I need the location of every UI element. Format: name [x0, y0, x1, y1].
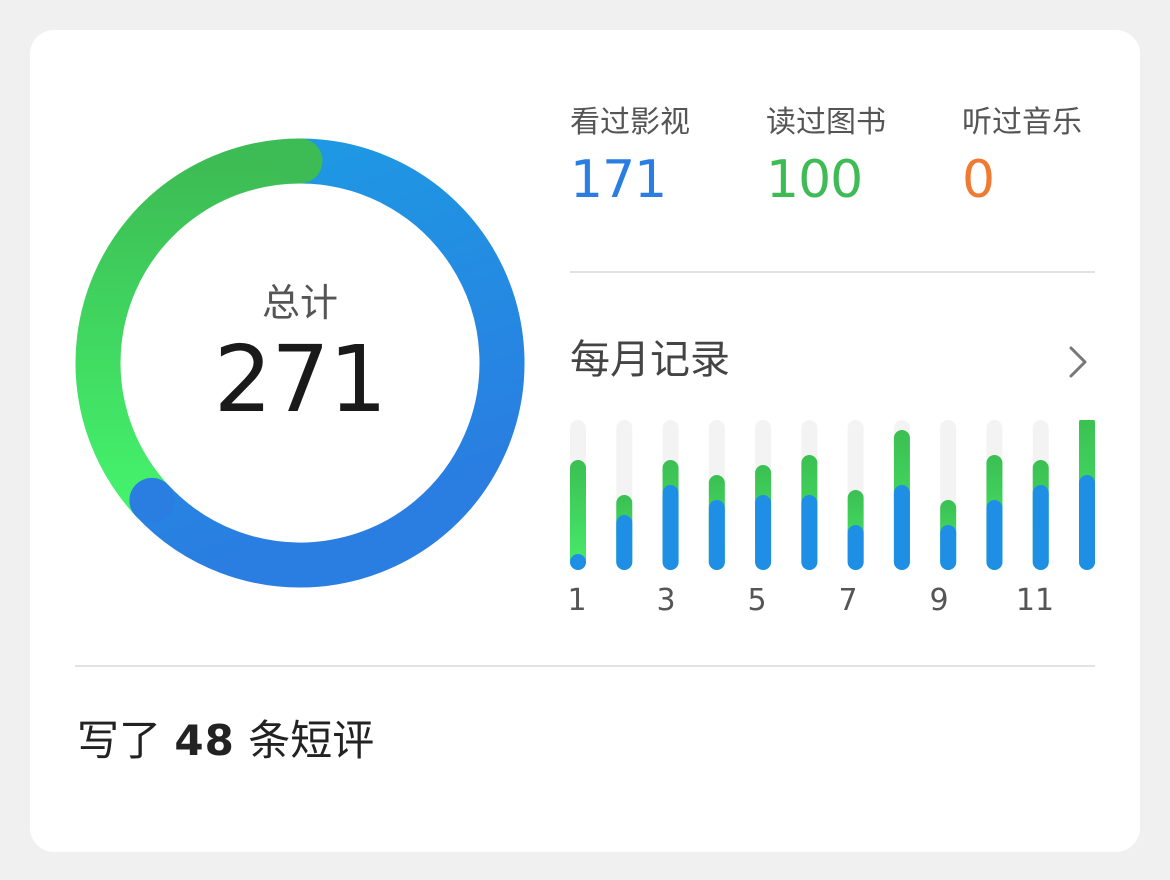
reviews-prefix: 写了 — [77, 716, 162, 765]
month-tick-label: 7 — [838, 583, 858, 618]
stat-movies[interactable]: 看过影视 171 — [570, 105, 690, 210]
stat-books-value: 100 — [766, 150, 863, 210]
reviews-count: 48 — [174, 716, 235, 765]
month-tick-label: 5 — [747, 583, 767, 618]
bar-segment-movies[interactable] — [893, 485, 910, 570]
month-tick-label: 11 — [1015, 583, 1055, 618]
bar-segment-movies[interactable] — [616, 515, 633, 570]
month-tick-label: 9 — [929, 583, 949, 618]
bar-segment-movies[interactable] — [755, 495, 772, 570]
bar-segment-movies[interactable] — [570, 554, 586, 570]
bar-segment-movies[interactable] — [1032, 485, 1049, 570]
stat-music[interactable]: 听过音乐 0 — [962, 105, 1082, 210]
total-label: 总计 — [261, 281, 338, 325]
bar-segment-movies[interactable] — [940, 525, 957, 570]
stat-books[interactable]: 读过图书 100 — [766, 105, 886, 210]
bar-segment-books[interactable] — [570, 460, 586, 570]
stat-movies-label: 看过影视 — [570, 105, 690, 140]
divider — [75, 665, 1095, 667]
donut-center: 总计 271 — [75, 138, 525, 588]
monthly-record-title[interactable]: 每月记录 — [570, 340, 730, 380]
bar-segment-movies[interactable] — [708, 500, 725, 570]
divider — [570, 271, 1095, 273]
bar-segment-movies[interactable] — [986, 500, 1003, 570]
reviews-summary[interactable]: 写了 48 条短评 — [77, 720, 374, 762]
month-tick-label: 3 — [656, 583, 676, 618]
month-axis-labels: 1 3 5 7 9 11 — [567, 583, 1095, 620]
stat-movies-value: 171 — [570, 150, 667, 210]
chevron-right-icon[interactable] — [1064, 344, 1090, 380]
stat-music-label: 听过音乐 — [962, 105, 1082, 140]
total-value: 271 — [213, 326, 388, 433]
bar-segment-movies[interactable] — [847, 525, 864, 570]
stat-music-value: 0 — [962, 150, 995, 210]
reviews-suffix: 条短评 — [248, 716, 375, 765]
monthly-bar-chart — [570, 420, 1095, 570]
total-donut-chart: 总计 271 — [75, 138, 525, 588]
stat-books-label: 读过图书 — [766, 105, 886, 140]
month-tick-label: 1 — [567, 583, 587, 618]
bar-segment-movies[interactable] — [1079, 475, 1095, 570]
bar-segment-movies[interactable] — [662, 485, 679, 570]
bar-segment-movies[interactable] — [801, 495, 818, 570]
